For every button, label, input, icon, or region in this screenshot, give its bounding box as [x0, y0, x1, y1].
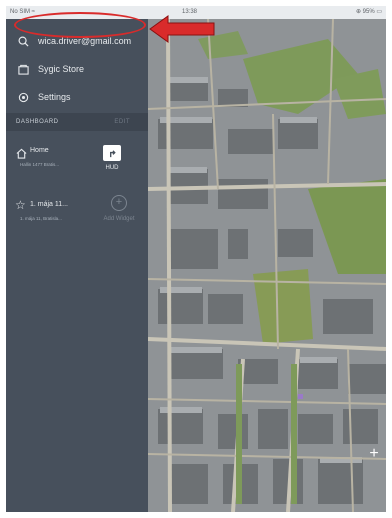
settings-icon: [16, 90, 30, 104]
favorite-title: 1. mája 11...: [30, 201, 69, 208]
status-right: ⊕ 95% ▭: [355, 9, 382, 15]
home-title: Home: [30, 147, 49, 154]
sidebar-menu: wica.driver@gmail.com Sygic Store Settin…: [6, 19, 148, 512]
app-frame: No SIM ≈ 13:38 ⊕ 95% ▭ + wica.driver@gma…: [6, 6, 386, 512]
sygic-store-item[interactable]: Sygic Store: [6, 57, 148, 81]
hud-widget[interactable]: HUD: [98, 145, 126, 185]
hud-icon: [103, 145, 121, 161]
store-icon: [16, 62, 30, 76]
settings-item[interactable]: Settings: [6, 85, 148, 109]
hud-label: HUD: [105, 165, 119, 171]
map-view[interactable]: [148, 19, 386, 512]
add-icon: +: [111, 195, 127, 211]
dashboard-header: DASHBOARD EDIT: [6, 113, 148, 131]
dashboard-label: DASHBOARD: [16, 119, 59, 125]
add-widget-button[interactable]: + Add Widget: [94, 195, 144, 235]
map-graphic: [148, 19, 386, 512]
add-widget-label: Add Widget: [103, 216, 135, 222]
star-icon: ☆: [15, 198, 26, 212]
home-widget[interactable]: Home Hallin 1477 Bratis...: [6, 141, 91, 181]
search-icon: [16, 34, 30, 48]
arrow-annotation: [149, 15, 215, 43]
favorite-address: 1. mája 11, Bratisla...: [20, 216, 62, 221]
settings-label: Settings: [38, 92, 71, 102]
edit-button[interactable]: EDIT: [114, 113, 130, 131]
store-label: Sygic Store: [38, 64, 85, 74]
favorite-widget[interactable]: ☆ 1. mája 11... 1. mája 11, Bratisla...: [6, 195, 91, 235]
home-address: Hallin 1477 Bratis...: [20, 162, 60, 167]
zoom-in-button[interactable]: +: [366, 446, 382, 462]
highlight-ellipse: [14, 12, 146, 38]
